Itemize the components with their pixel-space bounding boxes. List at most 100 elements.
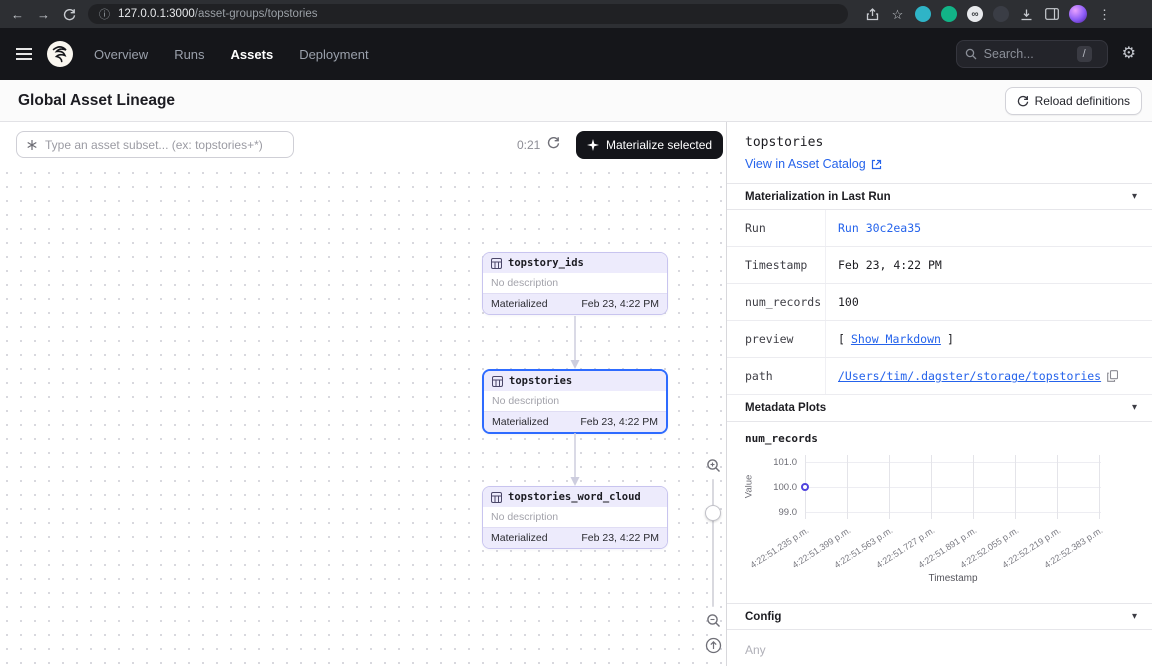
extension-icon-green[interactable]: [941, 6, 957, 22]
bracket-open: [: [838, 332, 845, 346]
browser-reload-icon[interactable]: [62, 8, 77, 21]
search-shortcut-badge: /: [1077, 46, 1092, 62]
metadata-key: Run: [727, 210, 825, 246]
table-icon: [491, 258, 502, 269]
reload-definitions-label: Reload definitions: [1035, 94, 1130, 108]
browser-chrome: ← → ⓘ 127.0.0.1:3000/asset-groups/topsto…: [0, 0, 1152, 28]
asset-name: topstories_word_cloud: [508, 491, 641, 503]
url-path: /asset-groups/topstories: [195, 8, 318, 20]
table-row-preview: preview [Show Markdown]: [727, 321, 1152, 358]
reload-icon: [1017, 95, 1029, 107]
url-bar[interactable]: ⓘ 127.0.0.1:3000/asset-groups/topstories: [88, 4, 848, 24]
sidebar-icon[interactable]: [1044, 8, 1059, 20]
table-row-run: Run Run 30c2ea35: [727, 210, 1152, 247]
search-icon: [965, 48, 977, 60]
page-title: Global Asset Lineage: [18, 92, 175, 110]
lineage-graph-panel: 0:21 Materialize selected topstory_ids N…: [0, 122, 726, 666]
table-row-path: path /Users/tim/.dagster/storage/topstor…: [727, 358, 1152, 395]
dagster-logo[interactable]: [46, 40, 74, 68]
zoom-slider-handle[interactable]: [705, 505, 721, 521]
nav-item-assets[interactable]: Assets: [231, 47, 274, 62]
asset-status-row: Materialized Feb 23, 4:22 PM: [483, 293, 667, 314]
table-icon: [491, 492, 502, 503]
run-link[interactable]: Run 30c2ea35: [838, 221, 921, 235]
zoom-controls: [703, 458, 723, 654]
y-tick: 99.0: [755, 507, 797, 518]
asset-node-header: topstory_ids: [483, 253, 667, 273]
chevron-down-icon: ▾: [1132, 403, 1137, 413]
materialize-selected-button[interactable]: Materialize selected: [576, 131, 723, 159]
copy-icon[interactable]: [1107, 370, 1118, 382]
asset-node-topstory-ids[interactable]: topstory_ids No description Materialized…: [482, 252, 668, 315]
plot-area: [805, 455, 1101, 519]
y-axis-label: Value: [743, 475, 754, 499]
recenter-icon[interactable]: [705, 637, 722, 654]
asset-status-row: Materialized Feb 23, 4:22 PM: [484, 411, 666, 432]
path-link[interactable]: /Users/tim/.dagster/storage/topstories: [838, 369, 1101, 383]
asset-node-header: topstories: [484, 371, 666, 391]
nav-item-deployment[interactable]: Deployment: [299, 47, 368, 62]
zoom-slider[interactable]: [703, 479, 723, 607]
asset-status: Materialized: [492, 416, 549, 428]
forward-icon[interactable]: →: [36, 8, 51, 21]
plot-title: num_records: [727, 422, 1152, 451]
zoom-slider-track[interactable]: [712, 479, 714, 607]
table-row-timestamp: Timestamp Feb 23, 4:22 PM: [727, 247, 1152, 284]
section-header-metadata-plots[interactable]: Metadata Plots ▾: [727, 395, 1152, 422]
reload-definitions-button[interactable]: Reload definitions: [1005, 87, 1142, 115]
x-axis-label: Timestamp: [805, 573, 1101, 584]
url-domain: 127.0.0.1:3000: [118, 8, 195, 20]
nav-links: Overview Runs Assets Deployment: [94, 47, 369, 62]
asset-subset-input[interactable]: [45, 138, 284, 152]
metadata-table: Run Run 30c2ea35 Timestamp Feb 23, 4:22 …: [727, 210, 1152, 395]
section-header-config[interactable]: Config ▾: [727, 603, 1152, 630]
share-icon[interactable]: [865, 8, 880, 21]
metadata-value: Feb 23, 4:22 PM: [838, 258, 942, 272]
asset-status: Materialized: [491, 532, 548, 544]
asset-status: Materialized: [491, 298, 548, 310]
gear-icon[interactable]: ⚙: [1122, 46, 1136, 62]
lineage-edge: [569, 316, 581, 370]
metadata-value: 100: [838, 295, 859, 309]
asset-description: No description: [484, 391, 666, 411]
search-input[interactable]: [984, 47, 1070, 61]
asset-node-header: topstories_word_cloud: [483, 487, 667, 507]
graph-refresh-icon[interactable]: [547, 136, 560, 154]
view-in-asset-catalog-link[interactable]: View in Asset Catalog: [745, 157, 866, 171]
asset-node-topstories[interactable]: topstories No description Materialized F…: [482, 369, 668, 434]
chevron-down-icon: ▾: [1132, 612, 1137, 622]
lineage-edge: [569, 433, 581, 487]
extension-icon-infinity[interactable]: ∞: [967, 6, 983, 22]
section-label: Materialization in Last Run: [745, 191, 891, 203]
extension-icon-teal[interactable]: [915, 6, 931, 22]
global-search[interactable]: /: [956, 40, 1108, 68]
bookmark-star-icon[interactable]: ☆: [890, 8, 905, 21]
browser-menu-icon[interactable]: ⋮: [1097, 8, 1112, 21]
metadata-key: preview: [727, 321, 825, 357]
asset-timestamp: Feb 23, 4:22 PM: [580, 416, 658, 428]
asset-subset-filter[interactable]: [16, 131, 294, 158]
asset-name: topstory_ids: [508, 257, 584, 269]
download-icon[interactable]: [1019, 8, 1034, 21]
show-markdown-link[interactable]: Show Markdown: [851, 332, 941, 346]
table-row-num-records: num_records 100: [727, 284, 1152, 321]
config-value: Any: [727, 630, 1152, 666]
metadata-key: Timestamp: [727, 247, 825, 283]
nav-item-overview[interactable]: Overview: [94, 47, 148, 62]
section-label: Config: [745, 611, 781, 623]
menu-icon[interactable]: [16, 48, 32, 60]
back-icon[interactable]: ←: [10, 8, 25, 21]
external-link-icon: [871, 159, 882, 170]
extension-icon-dark[interactable]: [993, 6, 1009, 22]
profile-avatar[interactable]: [1069, 5, 1087, 23]
sparkle-icon: [587, 139, 599, 151]
asset-status-row: Materialized Feb 23, 4:22 PM: [483, 527, 667, 548]
y-tick: 101.0: [755, 457, 797, 468]
zoom-out-icon[interactable]: [706, 613, 721, 628]
zoom-in-icon[interactable]: [706, 458, 721, 473]
section-header-materialization[interactable]: Materialization in Last Run ▾: [727, 183, 1152, 210]
url-text: 127.0.0.1:3000/asset-groups/topstories: [118, 8, 317, 20]
nav-item-runs[interactable]: Runs: [174, 47, 204, 62]
asset-node-topstories-word-cloud[interactable]: topstories_word_cloud No description Mat…: [482, 486, 668, 549]
site-info-icon[interactable]: ⓘ: [99, 6, 110, 22]
